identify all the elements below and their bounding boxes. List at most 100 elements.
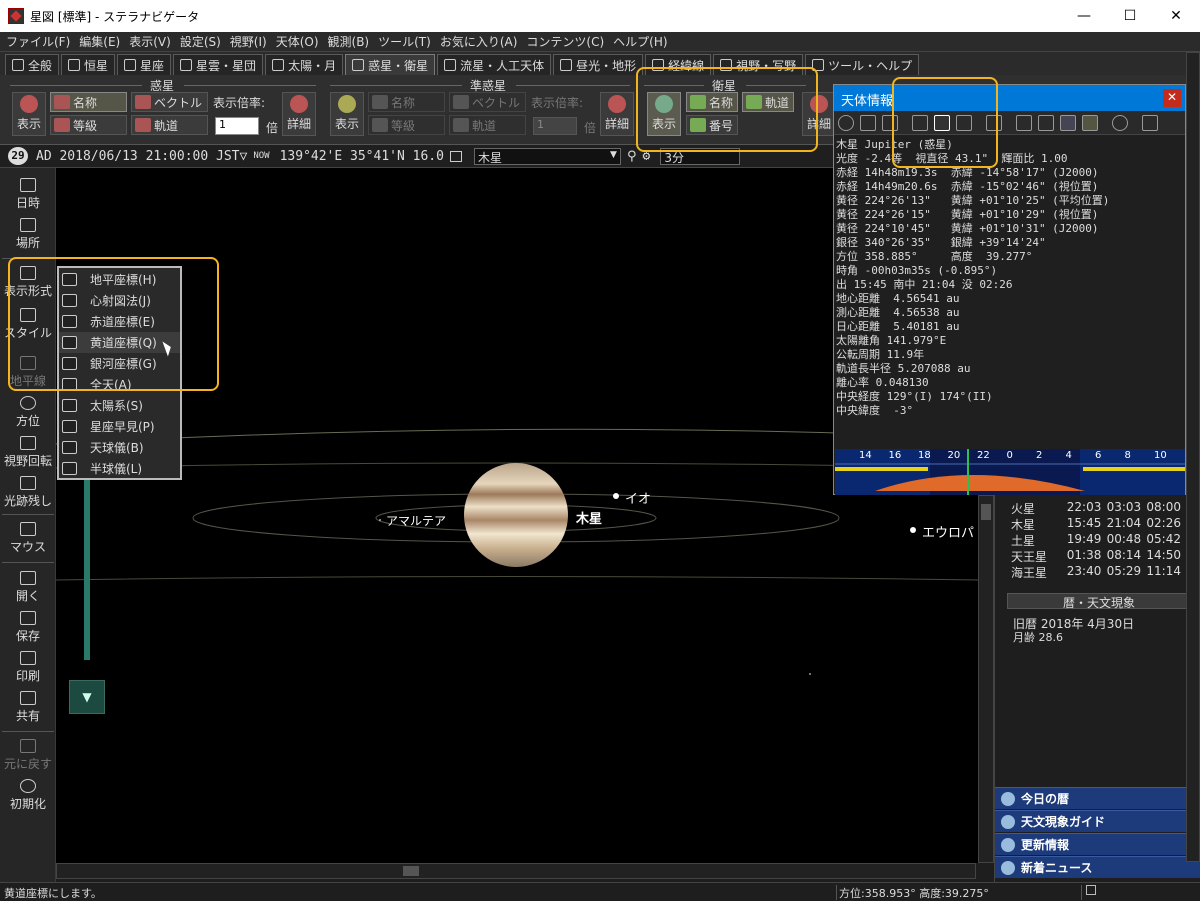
slider-track[interactable] xyxy=(84,478,90,660)
rotate-view-button[interactable]: 視野回転 xyxy=(0,436,56,469)
photo-icon[interactable] xyxy=(1082,115,1098,131)
horizon-button[interactable]: 地平線 xyxy=(0,356,56,389)
scroll-thumb[interactable] xyxy=(403,866,419,876)
jupiter-disk[interactable] xyxy=(464,463,568,567)
close-icon[interactable]: ✕ xyxy=(1163,89,1181,107)
image-icon[interactable] xyxy=(1060,115,1076,131)
io-star[interactable] xyxy=(613,493,619,499)
menu-help[interactable]: ヘルプ(H) xyxy=(613,33,667,50)
satellite-name-button[interactable]: 名称 xyxy=(686,92,738,112)
scroll-down-button[interactable]: ▼ xyxy=(69,680,105,714)
visibility-timeline[interactable]: 14 16 18 20 22 0 2 4 6 8 10 xyxy=(835,449,1185,495)
menu-item-solar-system[interactable]: 太陽系(S) xyxy=(59,395,180,416)
minor-scale-input[interactable]: 1 xyxy=(533,117,577,135)
minor-show-button[interactable]: 表示 xyxy=(330,92,364,136)
menu-settings[interactable]: 設定(S) xyxy=(180,33,221,50)
updates-link[interactable]: 更新情報 xyxy=(995,833,1200,855)
tab-planets-satellites[interactable]: 惑星・衛星 xyxy=(345,54,436,75)
close-window-button[interactable]: ✕ xyxy=(1153,0,1199,32)
settings-icon[interactable]: ⚙ xyxy=(643,149,651,164)
menu-item-celestial-globe[interactable]: 天球儀(B) xyxy=(59,437,180,458)
planet-magnitude-button[interactable]: 等級 xyxy=(50,115,127,135)
direction-button[interactable]: 方位 xyxy=(0,396,56,429)
fullscreen-icon[interactable] xyxy=(1086,885,1096,895)
style-button[interactable]: スタイル xyxy=(0,308,56,341)
planet-orbit-button[interactable]: 軌道 xyxy=(131,115,208,135)
menu-item-horizontal[interactable]: 地平座標(H) xyxy=(59,269,180,290)
datetime-button[interactable]: 日時 xyxy=(0,178,56,211)
mouse-button[interactable]: マウス xyxy=(0,522,56,555)
tab-general[interactable]: 全般 xyxy=(5,54,60,75)
menu-tools[interactable]: ツール(T) xyxy=(378,33,431,50)
minimize-button[interactable]: — xyxy=(1061,0,1107,32)
menu-view[interactable]: 表示(V) xyxy=(129,33,171,50)
datetime-field[interactable]: AD 2018/06/13 21:00:00 JST▽ xyxy=(36,149,247,164)
tab-meteors-artificial[interactable]: 流星・人工天体 xyxy=(437,54,552,75)
undo-button[interactable]: 元に戻す xyxy=(0,739,56,772)
news-link[interactable]: 新着ニュース xyxy=(995,856,1200,878)
share-button[interactable]: 共有 xyxy=(0,691,56,724)
menu-item-equatorial[interactable]: 赤道座標(E) xyxy=(59,311,180,332)
menu-item-planisphere[interactable]: 星座早見(P) xyxy=(59,416,180,437)
planet-show-button[interactable]: 表示 xyxy=(12,92,46,136)
planet-detail-button[interactable]: 詳細 xyxy=(282,92,316,136)
gear-icon[interactable] xyxy=(1112,115,1128,131)
tab-grid-lines[interactable]: 経緯線 xyxy=(645,54,712,75)
save-button[interactable]: 保存 xyxy=(0,611,56,644)
minor-magnitude-button[interactable]: 等級 xyxy=(368,115,445,135)
satellite-orbit-button[interactable]: 軌道 xyxy=(742,92,794,112)
keyboard-icon[interactable] xyxy=(449,150,462,162)
target-select[interactable]: 木星 ▼ xyxy=(473,147,621,165)
tab-constellations[interactable]: 星座 xyxy=(117,54,172,75)
crosshair-icon[interactable] xyxy=(912,115,928,131)
now-button[interactable]: NOW xyxy=(253,151,269,161)
tab-field-photo[interactable]: 視野・写野 xyxy=(713,54,804,75)
display-format-button[interactable]: 表示形式 xyxy=(0,266,56,299)
satellite-number-button[interactable]: 番号 xyxy=(686,115,738,135)
help-icon[interactable] xyxy=(1142,115,1158,131)
tab-nebula-cluster[interactable]: 星雲・星団 xyxy=(173,54,264,75)
pencil-icon[interactable] xyxy=(1016,115,1032,131)
planet-name-button[interactable]: 名称 xyxy=(50,92,127,112)
satellite-detail-button[interactable]: 詳細 xyxy=(802,92,836,136)
tab-tools-help[interactable]: ツール・ヘルプ xyxy=(805,54,920,75)
menu-item-galactic[interactable]: 銀河座標(G) xyxy=(59,353,180,374)
satellite-show-button[interactable]: 表示 xyxy=(647,92,681,136)
pin-icon[interactable] xyxy=(986,115,1002,131)
menu-item-allsky[interactable]: 全天(A) xyxy=(59,374,180,395)
minor-orbit-button[interactable]: 軌道 xyxy=(449,115,526,135)
europa-star[interactable] xyxy=(910,527,916,533)
menu-field[interactable]: 視野(I) xyxy=(230,33,267,50)
planet-icon[interactable] xyxy=(860,115,876,131)
location-field[interactable]: 139°42'E 35°41'N 16.0 xyxy=(280,149,444,164)
minor-detail-button[interactable]: 詳細 xyxy=(600,92,634,136)
astro-guide-link[interactable]: 天文現象ガイド xyxy=(995,810,1200,832)
window-icon[interactable] xyxy=(1038,115,1054,131)
menu-file[interactable]: ファイル(F) xyxy=(6,33,70,50)
minor-vector-button[interactable]: ベクトル xyxy=(449,92,526,112)
maximize-button[interactable]: ☐ xyxy=(1107,0,1153,32)
vertical-scrollbar[interactable] xyxy=(978,495,994,863)
menu-item-gnomonic[interactable]: 心射図法(J) xyxy=(59,290,180,311)
sun-icon[interactable] xyxy=(838,115,854,131)
menu-edit[interactable]: 編集(E) xyxy=(79,33,120,50)
menu-item-hemisphere[interactable]: 半球儀(L) xyxy=(59,458,180,479)
print-button[interactable]: 印刷 xyxy=(0,651,56,684)
trail-button[interactable]: 光跡残し xyxy=(0,476,56,509)
tab-stars[interactable]: 恒星 xyxy=(61,54,116,75)
planet-vector-button[interactable]: ベクトル xyxy=(131,92,208,112)
crosshair-off-icon[interactable] xyxy=(956,115,972,131)
menu-favorites[interactable]: お気に入り(A) xyxy=(440,33,518,50)
minor-name-button[interactable]: 名称 xyxy=(368,92,445,112)
location-button[interactable]: 場所 xyxy=(0,218,56,251)
search-icon[interactable]: ⚲ xyxy=(627,149,637,164)
planet-scale-input[interactable]: 1 xyxy=(215,117,259,135)
open-button[interactable]: 開く xyxy=(0,571,56,604)
scroll-thumb[interactable] xyxy=(981,504,991,520)
menu-contents[interactable]: コンテンツ(C) xyxy=(526,33,604,50)
right-scrollbar[interactable] xyxy=(1186,52,1200,862)
center-crosshair-icon[interactable] xyxy=(934,115,950,131)
amalthea-dot[interactable] xyxy=(379,519,381,521)
tab-sun-moon[interactable]: 太陽・月 xyxy=(265,54,344,75)
tab-daylight-terrain[interactable]: 昼光・地形 xyxy=(553,54,644,75)
